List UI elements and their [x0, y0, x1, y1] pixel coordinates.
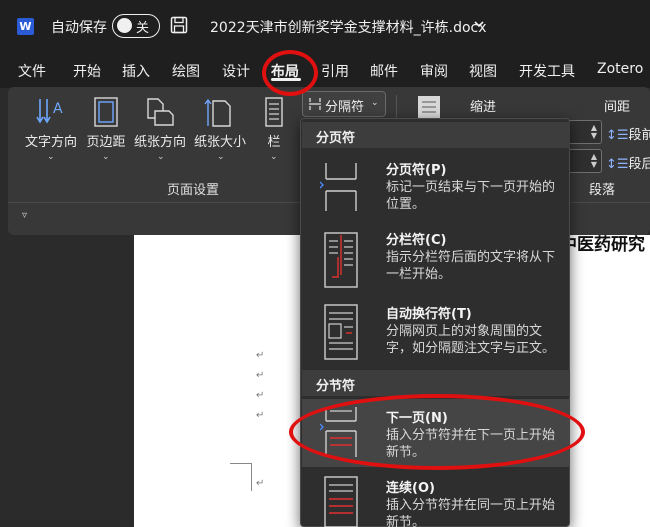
page-break-icon — [320, 163, 357, 211]
tab-file[interactable]: 文件 — [18, 61, 46, 81]
orientation-button[interactable]: 纸张方向 — [132, 95, 188, 150]
chevron-down-icon: ⌄ — [371, 98, 379, 108]
annotation-circle-next-page — [289, 394, 585, 470]
continuous-desc: 插入分节符并在同一页上开始新节。 — [386, 498, 556, 527]
chevron-down-icon: ⌄ — [157, 152, 165, 162]
chevron-down-icon: ⌄ — [217, 152, 225, 162]
spacing-after-row[interactable]: ↕☰段后 — [606, 153, 650, 172]
breaks-icon — [309, 98, 321, 110]
page-breaks-header: 分页符 — [302, 122, 570, 148]
indent-label: 缩进 — [470, 100, 497, 115]
paragraph-mark: ↵ — [256, 410, 265, 421]
tab-zotero[interactable]: Zotero — [597, 61, 643, 77]
title-bar: W 自动保存 关 2022天津市创新奖学金支撑材料_许栋.docx — [0, 0, 650, 52]
menu-item-page-break[interactable]: 分页符(P) 标记一页结束与下一页开始的位置。 — [302, 153, 570, 221]
spinner-arrows-icon: ▲ ▼ — [590, 123, 597, 140]
toggle-state-label: 关 — [136, 21, 150, 36]
chevron-down-icon: ⌄ — [270, 152, 278, 162]
tab-home[interactable]: 开始 — [73, 61, 101, 81]
paragraph-mark: ↵ — [256, 478, 265, 489]
continuous-section-icon — [324, 476, 358, 527]
text-direction-icon: A — [36, 99, 63, 124]
save-icon[interactable] — [170, 16, 188, 34]
spacing-after-icon: ↕☰ — [606, 157, 629, 172]
indent-right-spinner[interactable]: ▲ ▼ — [566, 149, 602, 173]
autosave-toggle[interactable]: 关 — [112, 14, 160, 38]
text-wrapping-break-title: 自动换行符(T) — [386, 307, 472, 322]
column-break-title: 分栏符(C) — [386, 233, 447, 248]
svg-text:A: A — [53, 101, 63, 117]
chevron-down-icon: ⌄ — [102, 152, 110, 162]
ribbon-options-icon[interactable]: ▿ — [22, 210, 27, 221]
annotation-circle-layout-tab — [262, 50, 318, 96]
tab-mailings[interactable]: 邮件 — [370, 61, 398, 81]
text-wrapping-break-desc: 分隔网页上的对象周围的文字，如分隔题注文字与正文。 — [386, 324, 556, 356]
tab-design[interactable]: 设计 — [222, 61, 250, 81]
tab-insert[interactable]: 插入 — [122, 61, 150, 81]
page-break-title: 分页符(P) — [386, 163, 447, 178]
columns-button[interactable]: 栏 — [258, 95, 290, 150]
text-direction-button[interactable]: A 文字方向 — [23, 95, 79, 150]
continuous-title: 连续(O) — [386, 481, 435, 496]
indent-left-spinner[interactable]: ▲ ▼ — [566, 120, 602, 144]
ribbon-tabs: 文件 开始 插入 绘图 设计 布局 引用 邮件 审阅 视图 开发工具 Zoter… — [0, 52, 650, 88]
paragraph-group-label: 段落 — [589, 183, 616, 198]
size-icon — [204, 98, 231, 127]
orientation-icon — [147, 98, 174, 126]
spinner-arrows-icon: ▲ ▼ — [590, 152, 597, 169]
section-breaks-header: 分节符 — [302, 370, 570, 396]
autosave-label: 自动保存 — [51, 20, 107, 36]
document-title[interactable]: 2022天津市创新奖学金支撑材料_许栋.docx — [210, 17, 487, 37]
page-setup-group-label: 页面设置 — [167, 183, 220, 198]
column-break-desc: 指示分栏符后面的文字将从下一栏开始。 — [386, 250, 556, 282]
menu-item-continuous[interactable]: 连续(O) 插入分节符并在同一页上开始新节。 — [302, 471, 570, 527]
spacing-label: 间距 — [604, 100, 631, 115]
menu-item-text-wrapping-break[interactable]: 自动换行符(T) 分隔网页上的对象周围的文字，如分隔题注文字与正文。 — [302, 299, 570, 379]
spacing-before-label: 段前 — [628, 128, 650, 143]
text-wrapping-break-icon — [324, 304, 358, 360]
tab-references[interactable]: 引用 — [321, 61, 349, 81]
paragraph-mark: ↵ — [256, 370, 265, 381]
size-button[interactable]: 纸张大小 — [192, 95, 248, 150]
orientation-label: 纸张方向 — [133, 135, 186, 150]
page-break-desc: 标记一页结束与下一页开始的位置。 — [386, 180, 556, 212]
tab-draw[interactable]: 绘图 — [172, 61, 200, 81]
menu-item-column-break[interactable]: 分栏符(C) 指示分栏符后面的文字将从下一栏开始。 — [302, 223, 570, 299]
margins-button[interactable]: 页边距 — [84, 95, 128, 150]
document-heading-text: 中医药研究 — [560, 235, 645, 255]
paragraph-mark: ↵ — [256, 390, 265, 401]
word-app-icon: W — [17, 18, 34, 35]
size-label: 纸张大小 — [193, 135, 246, 150]
spacing-before-row[interactable]: ↕☰段前 — [606, 124, 650, 143]
chevron-down-icon: ⌄ — [47, 152, 55, 162]
breaks-label: 分隔符 — [325, 100, 365, 115]
margin-corner-marker — [230, 463, 252, 491]
margins-icon — [94, 97, 118, 127]
toggle-knob — [117, 18, 132, 33]
spacing-after-label: 段后 — [628, 157, 650, 172]
paragraph-mark: ↵ — [256, 350, 265, 361]
breaks-button[interactable]: 分隔符 ⌄ — [302, 91, 386, 117]
columns-icon — [265, 97, 283, 127]
margins-label: 页边距 — [86, 135, 126, 150]
spacing-before-icon: ↕☰ — [606, 128, 629, 143]
column-break-icon — [324, 232, 358, 288]
columns-label: 栏 — [267, 135, 281, 150]
tab-developer[interactable]: 开发工具 — [519, 61, 575, 81]
chevron-down-icon[interactable] — [473, 18, 485, 30]
text-direction-label: 文字方向 — [24, 135, 77, 150]
tab-view[interactable]: 视图 — [469, 61, 497, 81]
tab-review[interactable]: 审阅 — [420, 61, 448, 81]
